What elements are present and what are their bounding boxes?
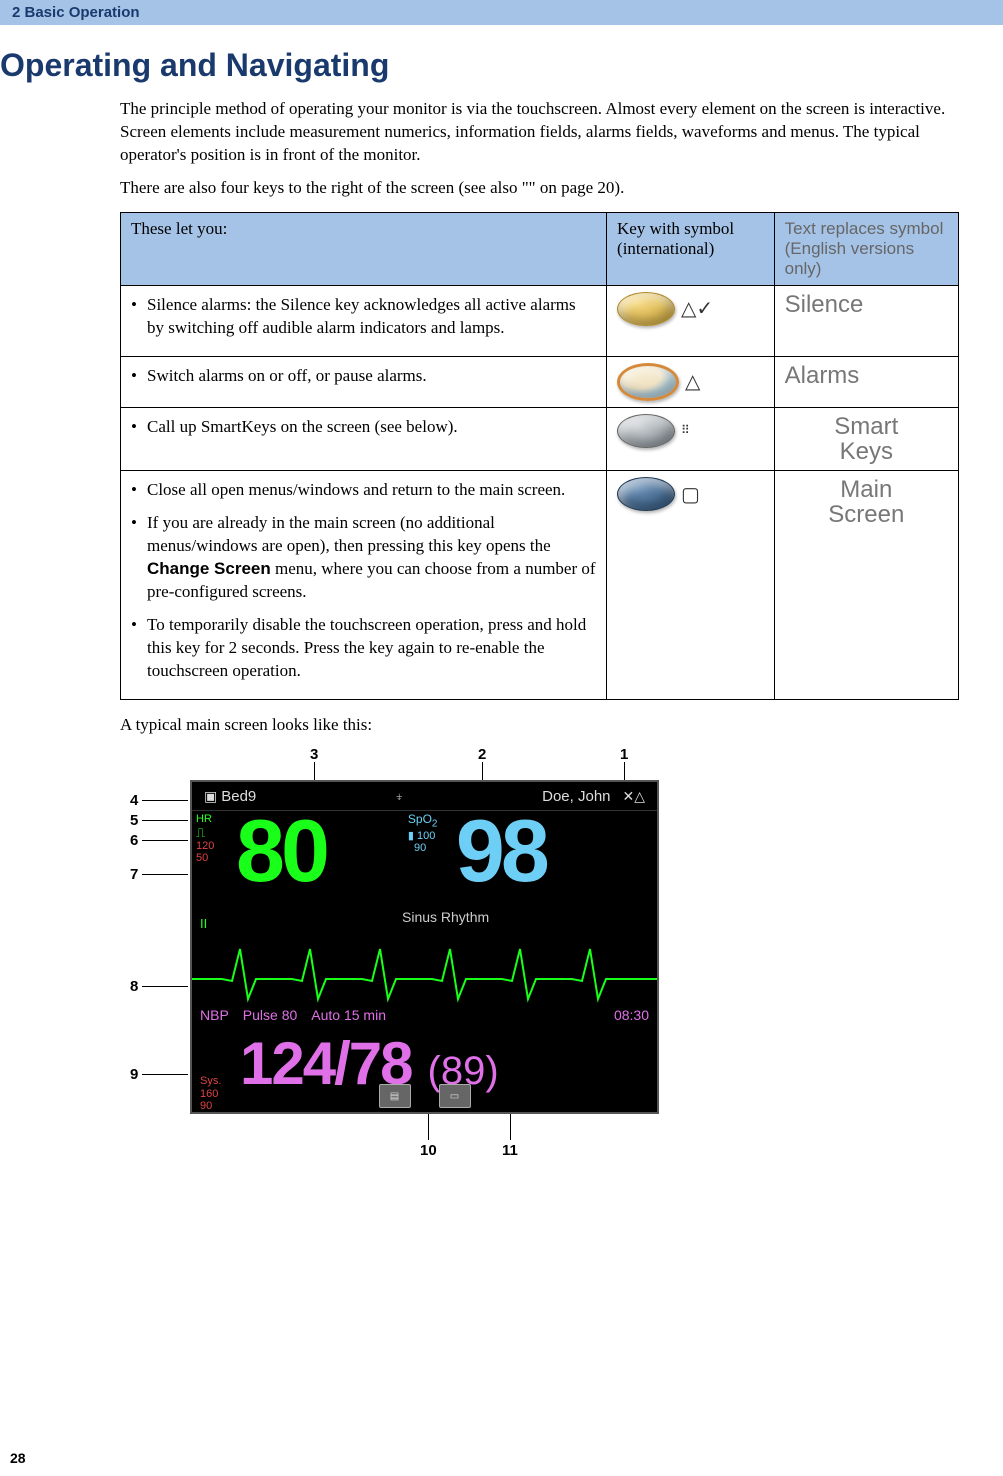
spo2-value: 98 bbox=[456, 811, 546, 907]
alarms-key-icon: △ bbox=[617, 363, 764, 401]
english-label-alarms: Alarms bbox=[785, 362, 860, 389]
english-label-silence: Silence bbox=[785, 291, 864, 318]
oval-yellow-icon bbox=[617, 292, 675, 326]
hr-lim-hi: 120 bbox=[196, 840, 236, 852]
monitor-screenshot: ▣ Bed9 ⍖ Doe, John ✕△ HR ⎍ 120 50 bbox=[190, 780, 659, 1114]
callout-2: 2 bbox=[478, 746, 486, 763]
smartkeys-key-icon: ⠿ bbox=[617, 414, 764, 448]
alarm-status-icon: ✕△ bbox=[623, 788, 646, 805]
antenna-icon: ⍖ bbox=[395, 788, 403, 805]
chapter-title: 2 Basic Operation bbox=[12, 4, 140, 21]
callout-7: 7 bbox=[130, 866, 138, 883]
patient-name: Doe, John bbox=[542, 788, 610, 805]
callout-3: 3 bbox=[310, 746, 318, 763]
chapter-header: 2 Basic Operation bbox=[0, 0, 1003, 25]
hr-tile: HR ⎍ 120 50 80 bbox=[192, 811, 406, 907]
table-row: Call up SmartKeys on the screen (see bel… bbox=[121, 407, 959, 470]
th-function: These let you: bbox=[121, 212, 607, 285]
spo2-lim-hi: ▮ 100 bbox=[408, 830, 456, 842]
bullet: To temporarily disable the touchscreen o… bbox=[131, 614, 596, 683]
hr-value: 80 bbox=[236, 811, 326, 907]
softkey-bar: ▤ ▭ bbox=[192, 1084, 657, 1108]
softkey-icon: ▭ bbox=[439, 1084, 471, 1108]
oval-blue-icon bbox=[617, 477, 675, 511]
callout-11: 11 bbox=[502, 1142, 518, 1159]
triangle-icon: △ bbox=[685, 369, 700, 394]
body-text-block: The principle method of operating your m… bbox=[120, 98, 959, 1176]
oval-grey-icon bbox=[617, 414, 675, 448]
bullet: Close all open menus/windows and return … bbox=[131, 479, 596, 502]
page-content: Operating and Navigating The principle m… bbox=[0, 25, 1003, 1176]
bullet: Switch alarms on or off, or pause alarms… bbox=[131, 365, 596, 388]
page-number: 28 bbox=[10, 1450, 26, 1466]
callout-9: 9 bbox=[130, 1066, 138, 1083]
th-english: Text replaces symbol (English versions o… bbox=[774, 212, 958, 285]
keys-table: These let you: Key with symbol (internat… bbox=[120, 212, 959, 700]
english-label-smartkeys: Smart Keys bbox=[785, 414, 948, 464]
network-icon: ▣ bbox=[204, 788, 217, 805]
table-row: Close all open menus/windows and return … bbox=[121, 471, 959, 700]
table-header-row: These let you: Key with symbol (internat… bbox=[121, 212, 959, 285]
hr-label: HR bbox=[196, 813, 236, 825]
paragraph-3: A typical main screen looks like this: bbox=[120, 714, 959, 737]
callout-8: 8 bbox=[130, 978, 138, 995]
spo2-tile: SpO2 ▮ 100 90 98 bbox=[406, 811, 657, 907]
square-icon: ▢ bbox=[681, 482, 700, 507]
triangle-check-icon: △✓ bbox=[681, 296, 713, 321]
callout-1: 1 bbox=[620, 746, 628, 763]
ecg-waveform bbox=[192, 929, 657, 1007]
callout-10: 10 bbox=[420, 1142, 437, 1159]
nbp-time: 08:30 bbox=[614, 1007, 649, 1023]
nbp-mode: Auto 15 min bbox=[311, 1007, 386, 1023]
nbp-info-row: NBP Pulse 80 Auto 15 min 08:30 bbox=[192, 1007, 657, 1029]
paragraph-2: There are also four keys to the right of… bbox=[120, 177, 959, 200]
page-title: Operating and Navigating bbox=[0, 47, 979, 84]
table-row: Silence alarms: the Silence key acknowle… bbox=[121, 285, 959, 356]
callout-5: 5 bbox=[130, 812, 138, 829]
hr-lim-lo: 50 bbox=[196, 852, 236, 864]
rhythm-label: Sinus Rhythm bbox=[192, 907, 657, 929]
bullet: If you are already in the main screen (n… bbox=[131, 512, 596, 604]
mainscreen-key-icon: ▢ bbox=[617, 477, 764, 511]
silence-key-icon: △✓ bbox=[617, 292, 764, 326]
hr-source-icon: ⎍ bbox=[196, 826, 236, 840]
paragraph-1: The principle method of operating your m… bbox=[120, 98, 959, 167]
nbp-pulse: Pulse 80 bbox=[243, 1007, 297, 1023]
oval-orange-icon bbox=[617, 363, 679, 401]
table-row: Switch alarms on or off, or pause alarms… bbox=[121, 356, 959, 407]
softkey-icon: ▤ bbox=[379, 1084, 411, 1108]
bullet: Call up SmartKeys on the screen (see bel… bbox=[131, 416, 596, 439]
spo2-label: SpO2 bbox=[408, 813, 456, 829]
bullet: Silence alarms: the Silence key acknowle… bbox=[131, 294, 596, 340]
dotgrid-icon: ⠿ bbox=[681, 423, 689, 438]
main-screen-figure: 3 2 1 4 5 6 7 8 9 10 11 bbox=[120, 746, 680, 1176]
callout-6: 6 bbox=[130, 832, 138, 849]
th-symbol: Key with symbol (international) bbox=[607, 212, 775, 285]
english-label-mainscreen: Main Screen bbox=[785, 477, 948, 527]
spo2-lim-lo: 90 bbox=[408, 842, 456, 854]
callout-4: 4 bbox=[130, 792, 138, 809]
nbp-label: NBP bbox=[200, 1007, 229, 1023]
